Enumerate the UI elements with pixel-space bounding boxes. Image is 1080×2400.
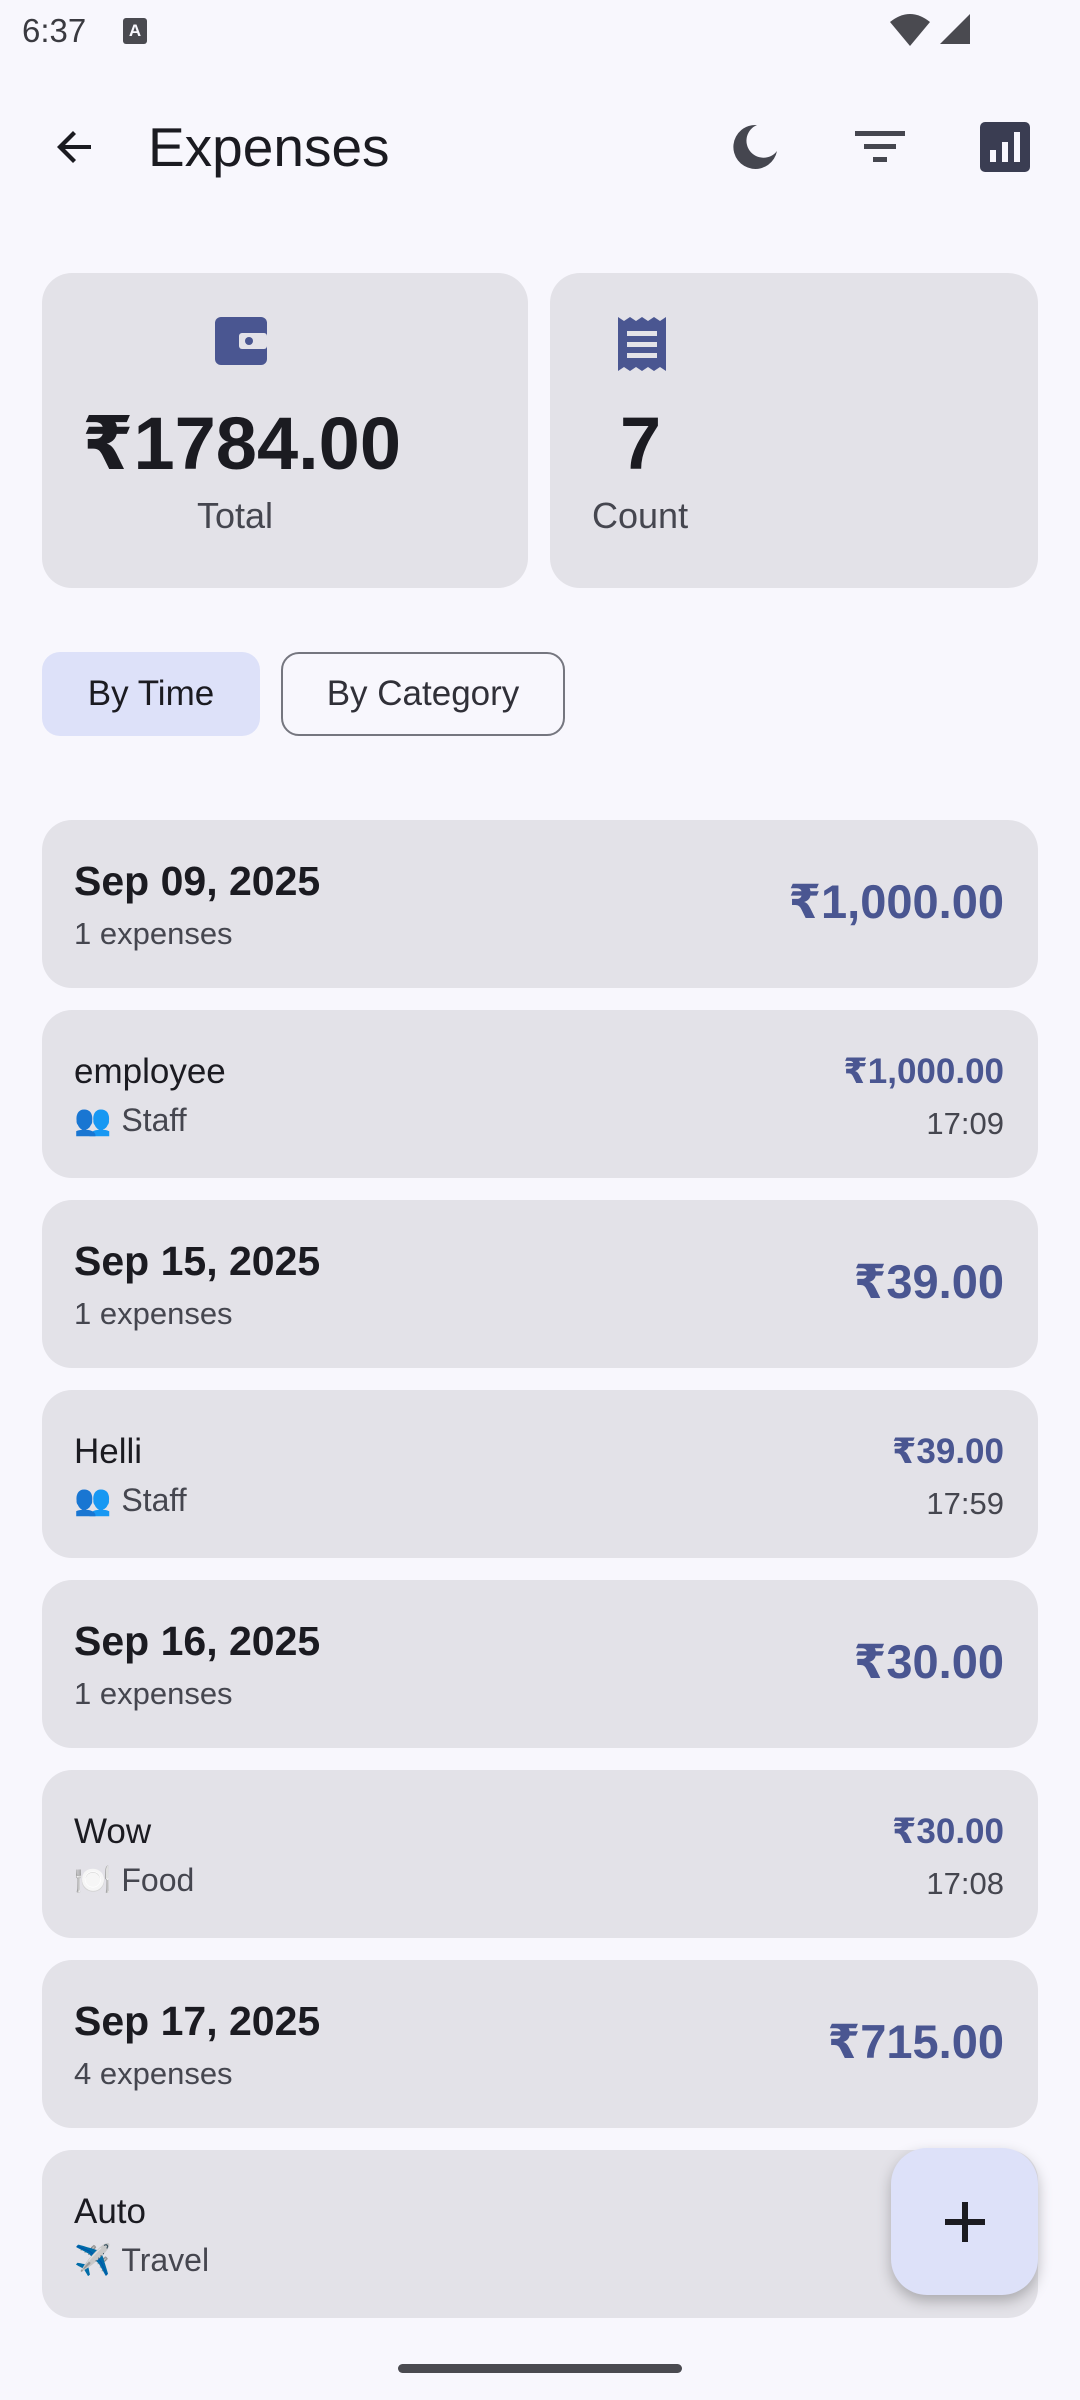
group-date: Sep 16, 2025 bbox=[74, 1618, 321, 1664]
expense-title: employee bbox=[74, 1052, 226, 1091]
group-count: 1 expenses bbox=[74, 1296, 233, 1331]
expense-item[interactable]: Wow 🍽️ Food ₹30.00 17:08 bbox=[42, 1770, 1038, 1938]
date-group-header[interactable]: Sep 17, 2025 4 expenses ₹715.00 bbox=[42, 1960, 1038, 2128]
app-bar: Expenses bbox=[0, 90, 1080, 200]
expense-time: 17:59 bbox=[926, 1486, 1004, 1521]
group-amount: ₹30.00 bbox=[853, 1635, 1004, 1688]
group-count: 1 expenses bbox=[74, 1676, 233, 1711]
group-date: Sep 15, 2025 bbox=[74, 1238, 321, 1284]
date-group-header[interactable]: Sep 15, 2025 1 expenses ₹39.00 bbox=[42, 1200, 1038, 1368]
date-group-header[interactable]: Sep 16, 2025 1 expenses ₹30.00 bbox=[42, 1580, 1038, 1748]
group-amount: ₹715.00 bbox=[827, 2015, 1004, 2068]
staff-icon: 👥 bbox=[74, 1104, 112, 1137]
cellular-signal-icon bbox=[940, 14, 970, 44]
travel-icon: ✈️ bbox=[74, 2244, 112, 2277]
plus-icon bbox=[944, 2201, 985, 2242]
expense-category: 🍽️ Food bbox=[74, 1862, 194, 1899]
home-indicator[interactable] bbox=[398, 2364, 682, 2373]
group-amount: ₹1,000.00 bbox=[788, 875, 1004, 928]
theme-toggle-button[interactable] bbox=[720, 112, 790, 182]
expense-time: 17:08 bbox=[926, 1866, 1004, 1901]
expense-category-label: Staff bbox=[121, 1482, 187, 1518]
total-summary-card: ₹1784.00 Total bbox=[42, 273, 528, 588]
group-amount: ₹39.00 bbox=[853, 1255, 1004, 1308]
group-count: 1 expenses bbox=[74, 916, 233, 951]
status-bar: 6:37 A bbox=[0, 0, 1080, 64]
expense-item[interactable]: employee 👥 Staff ₹1,000.00 17:09 bbox=[42, 1010, 1038, 1178]
receipt-icon bbox=[618, 317, 666, 371]
page-title: Expenses bbox=[148, 116, 390, 178]
expense-category-label: Food bbox=[121, 1862, 195, 1898]
moon-icon bbox=[733, 124, 777, 169]
count-label: Count bbox=[592, 495, 689, 536]
group-date: Sep 09, 2025 bbox=[74, 858, 321, 904]
total-value: ₹1784.00 bbox=[82, 402, 401, 485]
count-summary-card: 7 Count bbox=[550, 273, 1038, 588]
add-expense-button[interactable] bbox=[891, 2148, 1038, 2295]
back-button[interactable] bbox=[40, 112, 110, 182]
expense-title: Helli bbox=[74, 1432, 143, 1471]
total-label: Total bbox=[197, 495, 274, 536]
expense-category-label: Staff bbox=[121, 1102, 187, 1138]
expense-title: Auto bbox=[74, 2192, 146, 2231]
by-category-button[interactable]: By Category bbox=[281, 652, 565, 736]
notification-a-icon: A bbox=[123, 18, 147, 44]
by-time-button[interactable]: By Time bbox=[42, 652, 260, 736]
wifi-icon bbox=[890, 14, 930, 46]
expense-category: 👥 Staff bbox=[74, 1482, 187, 1519]
expense-item[interactable]: Helli 👥 Staff ₹39.00 17:59 bbox=[42, 1390, 1038, 1558]
statistics-button[interactable] bbox=[970, 112, 1040, 182]
bar-chart-icon bbox=[980, 122, 1030, 172]
filter-button[interactable] bbox=[845, 112, 915, 182]
date-group-header[interactable]: Sep 09, 2025 1 expenses ₹1,000.00 bbox=[42, 820, 1038, 988]
group-count: 4 expenses bbox=[74, 2056, 233, 2091]
wallet-icon bbox=[215, 317, 267, 365]
expense-amount: ₹30.00 bbox=[892, 1812, 1004, 1851]
expense-item[interactable]: Auto ✈️ Travel ₹ bbox=[42, 2150, 1038, 2318]
staff-icon: 👥 bbox=[74, 1484, 112, 1517]
expense-time: 17:09 bbox=[926, 1106, 1004, 1141]
expense-category-label: Travel bbox=[121, 2242, 210, 2278]
status-time: 6:37 bbox=[22, 12, 87, 49]
food-icon: 🍽️ bbox=[74, 1864, 112, 1897]
count-value: 7 bbox=[620, 402, 662, 485]
expense-category: ✈️ Travel bbox=[74, 2242, 209, 2279]
expense-amount: ₹39.00 bbox=[892, 1432, 1004, 1471]
arrow-back-icon bbox=[57, 131, 91, 163]
expense-title: Wow bbox=[74, 1812, 152, 1851]
filter-icon bbox=[855, 131, 905, 162]
group-date: Sep 17, 2025 bbox=[74, 1998, 321, 2044]
expense-amount: ₹1,000.00 bbox=[843, 1052, 1004, 1091]
expense-category: 👥 Staff bbox=[74, 1102, 187, 1139]
